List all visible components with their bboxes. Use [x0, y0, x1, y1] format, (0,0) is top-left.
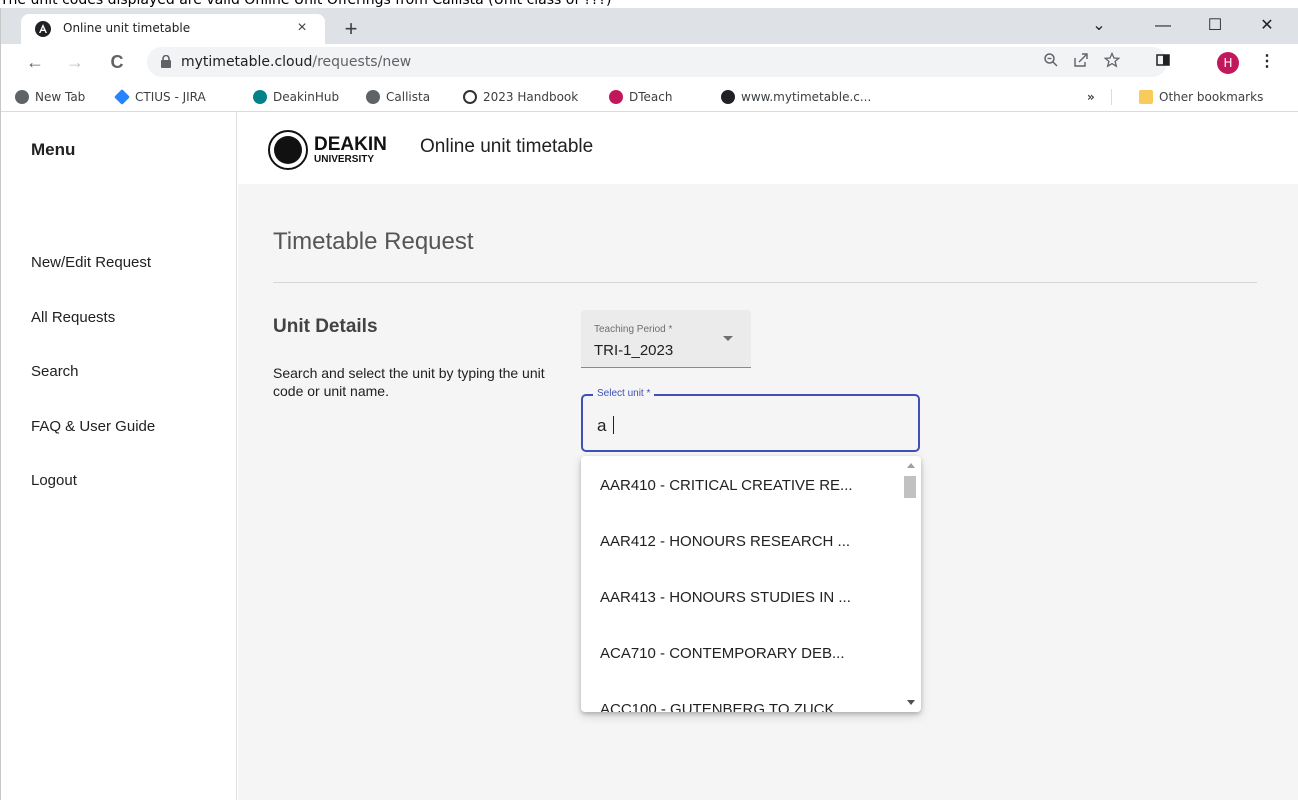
page: Menu New/Edit Request All Requests Searc… — [1, 112, 1298, 800]
scroll-up-icon[interactable] — [907, 463, 915, 468]
teaching-period-label: Teaching Period * — [594, 324, 673, 335]
globe-icon — [366, 90, 380, 104]
profile-avatar[interactable]: H — [1217, 52, 1239, 74]
logo-sub-text: UNIVERSITY — [314, 154, 375, 165]
url-host: mytimetable.cloud — [181, 54, 313, 70]
sidebar: Menu New/Edit Request All Requests Searc… — [1, 112, 237, 800]
browser-window: Online unit timetable × + ⌄ — ☐ ✕ ← → C … — [0, 8, 1298, 800]
new-tab-button[interactable]: + — [339, 18, 363, 42]
close-window-button[interactable]: ✕ — [1245, 12, 1289, 40]
tab-strip: Online unit timetable × + ⌄ — ☐ ✕ — [1, 8, 1298, 44]
menu-title: Menu — [31, 140, 76, 159]
bookmark-new-tab[interactable]: New Tab — [15, 88, 85, 106]
sidebar-item-logout[interactable]: Logout — [31, 472, 77, 489]
bookmark-dteach[interactable]: DTeach — [609, 88, 672, 106]
unit-select-label: Select unit * — [593, 388, 655, 399]
section-description: Search and select the unit by typing the… — [273, 365, 545, 399]
sidebar-item-faq[interactable]: FAQ & User Guide — [31, 418, 155, 435]
angular-icon — [721, 90, 735, 104]
bookmark-label: www.mytimetable.c... — [741, 90, 872, 104]
bookmark-callista[interactable]: Callista — [366, 88, 430, 106]
teaching-period-select[interactable]: Teaching Period * TRI-1_2023 — [581, 310, 751, 368]
caption-text: The unit codes displayed are valid Onlin… — [0, 0, 612, 8]
browser-menu-icon[interactable]: ⋮ — [1257, 52, 1277, 72]
bookmark-label: 2023 Handbook — [483, 90, 579, 104]
lock-icon — [161, 55, 171, 68]
address-bar[interactable]: mytimetable.cloud/requests/new — [147, 47, 1167, 77]
dteach-icon — [609, 90, 623, 104]
tab-title: Online unit timetable — [63, 21, 191, 35]
bookmark-mytimetable[interactable]: www.mytimetable.c... — [721, 88, 871, 106]
unit-select-field[interactable]: Select unit * — [581, 388, 920, 452]
sidepanel-icon[interactable] — [1153, 52, 1173, 72]
reload-button[interactable]: C — [103, 48, 131, 76]
divider — [273, 282, 1257, 283]
tab-search-button[interactable]: ⌄ — [1077, 12, 1121, 40]
maximize-button[interactable]: ☐ — [1193, 12, 1237, 40]
unit-option[interactable]: ACA710 - CONTEMPORARY DEB... — [581, 626, 899, 682]
bookmarks-bar: New Tab CTIUS - JIRA DeakinHub Callista … — [1, 80, 1298, 112]
unit-option[interactable]: AAR412 - HONOURS RESEARCH ... — [581, 514, 899, 570]
app-header: DEAKIN UNIVERSITY Online unit timetable — [238, 112, 1298, 184]
share-icon[interactable] — [1071, 52, 1091, 72]
star-icon[interactable] — [1102, 51, 1122, 72]
unit-option[interactable]: AAR410 - CRITICAL CREATIVE RE... — [581, 458, 899, 514]
logo-main-text: DEAKIN — [314, 134, 387, 155]
bookmark-label: DeakinHub — [273, 90, 340, 104]
bookmarks-divider — [1111, 89, 1112, 105]
unit-search-input[interactable] — [597, 414, 897, 438]
bookmark-label: New Tab — [35, 90, 86, 104]
bookmark-jira[interactable]: CTIUS - JIRA — [114, 88, 206, 106]
unit-option[interactable]: AAR413 - HONOURS STUDIES IN ... — [581, 570, 899, 626]
page-title: Timetable Request — [273, 228, 474, 255]
sidebar-item-search[interactable]: Search — [31, 363, 79, 380]
section-title: Unit Details — [273, 316, 378, 337]
back-button[interactable]: ← — [21, 48, 49, 76]
url-text: mytimetable.cloud/requests/new — [181, 54, 411, 70]
unit-option[interactable]: ACC100 - GUTENBERG TO ZUCK... — [581, 682, 899, 712]
globe-icon — [15, 90, 29, 104]
bookmarks-overflow-button[interactable]: » — [1087, 88, 1095, 106]
handbook-icon — [463, 90, 477, 104]
forward-button[interactable]: → — [61, 48, 89, 76]
sidebar-item-new-edit-request[interactable]: New/Edit Request — [31, 254, 151, 271]
bookmark-deakinhub[interactable]: DeakinHub — [253, 88, 339, 106]
url-path: /requests/new — [312, 54, 412, 70]
sharepoint-icon — [253, 90, 267, 104]
unit-options-dropdown: AAR410 - CRITICAL CREATIVE RE... AAR412 … — [581, 456, 921, 712]
text-caret — [613, 416, 614, 434]
bookmark-label: DTeach — [629, 90, 673, 104]
folder-icon — [1139, 90, 1153, 104]
zoom-icon[interactable] — [1041, 52, 1061, 72]
scrollbar-thumb[interactable] — [904, 476, 916, 498]
dropdown-arrow-icon — [723, 336, 733, 341]
bookmark-handbook[interactable]: 2023 Handbook — [463, 88, 578, 106]
deakin-logo[interactable]: DEAKIN UNIVERSITY — [268, 130, 387, 170]
other-bookmarks[interactable]: Other bookmarks — [1139, 88, 1263, 106]
other-bookmarks-label: Other bookmarks — [1159, 90, 1264, 104]
bookmark-label: CTIUS - JIRA — [135, 90, 206, 104]
jira-icon — [114, 89, 130, 105]
deakin-crest-icon — [268, 130, 308, 170]
browser-toolbar: ← → C mytimetable.cloud/requests/new H ⋮ — [1, 44, 1298, 80]
minimize-button[interactable]: — — [1141, 12, 1185, 40]
browser-tab[interactable]: Online unit timetable × — [21, 14, 325, 44]
scroll-down-icon[interactable] — [907, 700, 915, 705]
angular-icon — [35, 21, 51, 37]
main-content: Timetable Request Unit Details Search an… — [238, 184, 1298, 800]
bookmark-label: Callista — [386, 90, 431, 104]
sidebar-item-all-requests[interactable]: All Requests — [31, 309, 115, 326]
dropdown-scrollbar[interactable] — [901, 456, 921, 712]
app-title: Online unit timetable — [420, 136, 594, 157]
close-tab-icon[interactable]: × — [291, 17, 313, 39]
teaching-period-value: TRI-1_2023 — [594, 342, 674, 359]
